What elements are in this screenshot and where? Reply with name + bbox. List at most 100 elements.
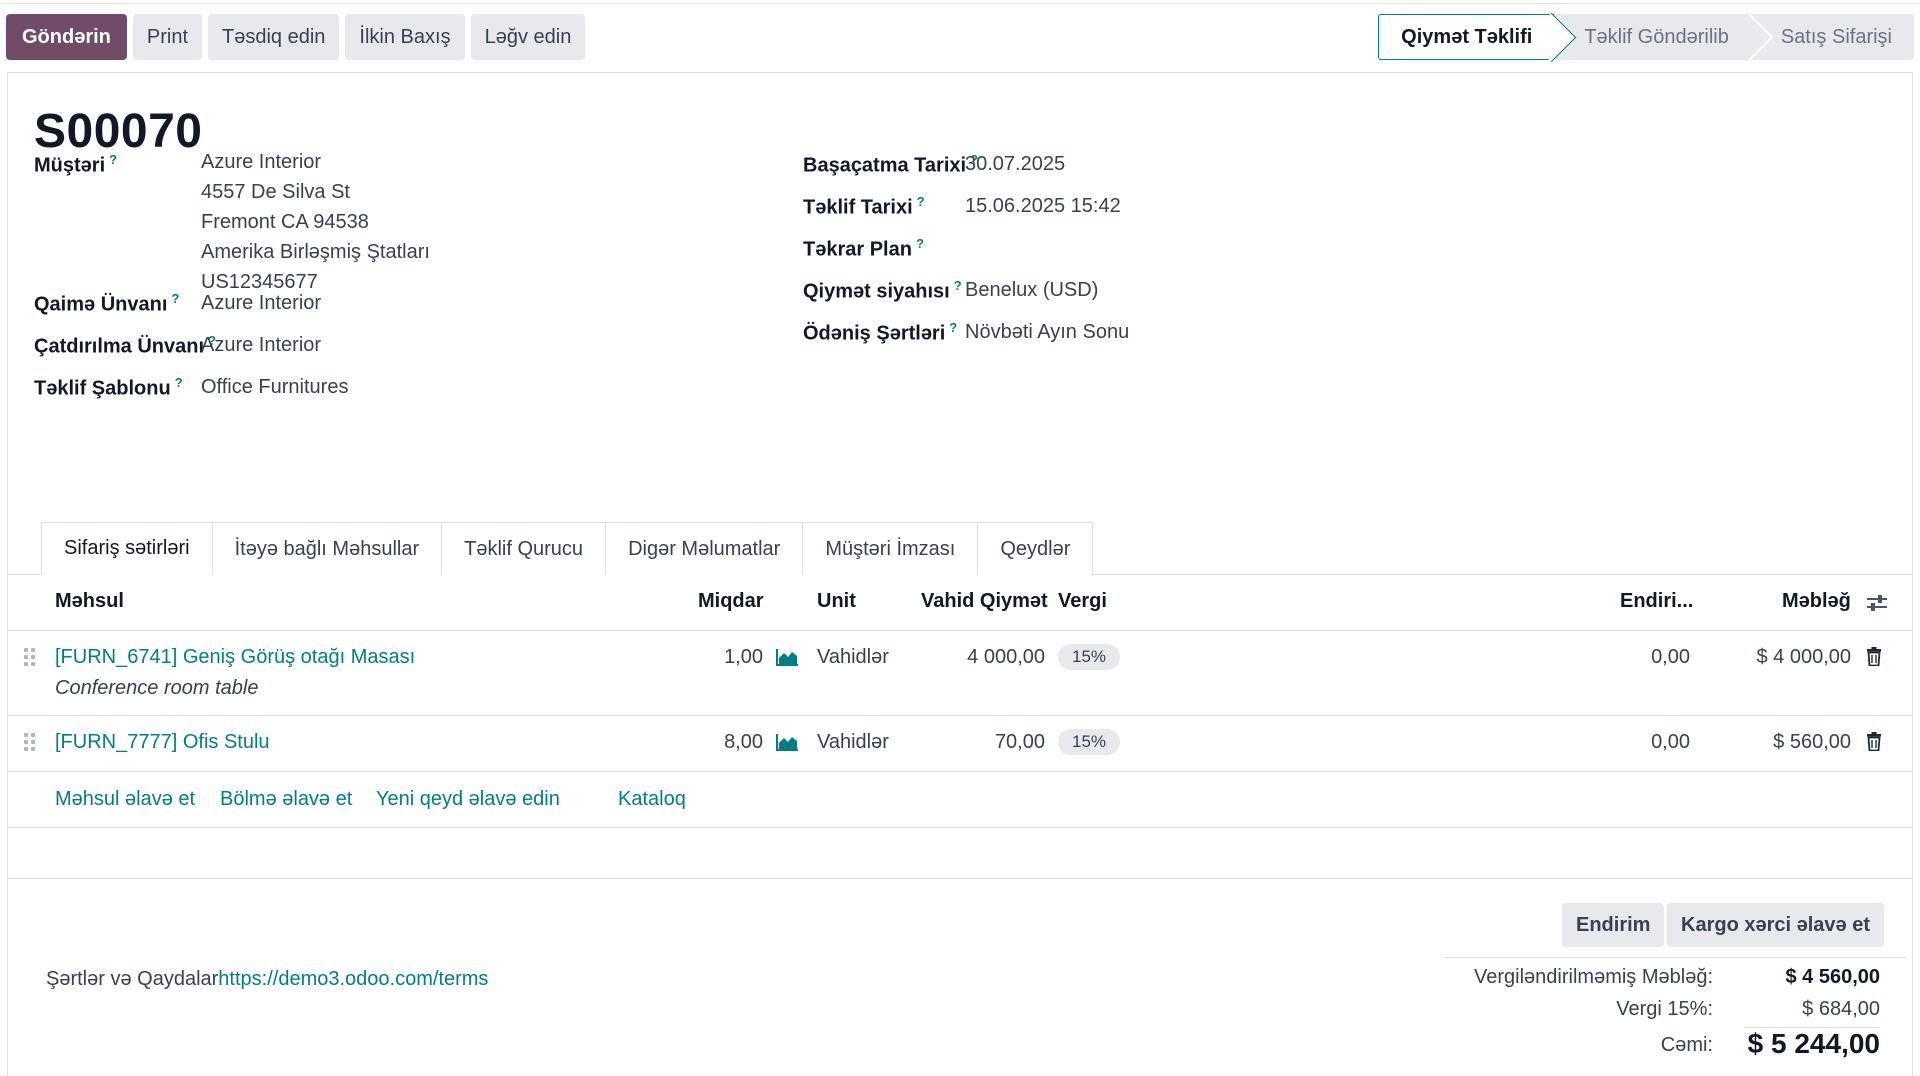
customer-name: Azure Interior	[201, 151, 322, 173]
stage-label: Satış Sifarişi	[1780, 25, 1892, 48]
quote-date-label-text: Təklif Tarixi	[803, 196, 913, 219]
discount-button[interactable]: Endirim	[1562, 903, 1665, 947]
help-icon[interactable]: ?	[917, 194, 925, 209]
stage-sales-order[interactable]: Satış Sifarişi	[1750, 14, 1914, 60]
help-icon[interactable]: ?	[954, 278, 962, 293]
column-header-amount[interactable]: Məbləğ	[1782, 590, 1851, 613]
status-bar: Qiymət Təklifi Təklif Göndərilib Satış S…	[1378, 14, 1914, 60]
row-discount[interactable]: 0,00	[1600, 731, 1690, 754]
customer-field[interactable]: Azure Interior 4557 De Silva St Fremont …	[201, 147, 430, 297]
tax-value: $ 684,00	[1802, 998, 1880, 1020]
tax-badge[interactable]: 15%	[1058, 644, 1121, 670]
tab-quote-builder[interactable]: Təklif Qurucu	[441, 522, 607, 575]
tax-label: Vergi 15%:	[1616, 998, 1713, 1020]
header-divider	[7, 630, 1913, 631]
drag-handle-icon[interactable]	[24, 733, 36, 753]
quote-date-field[interactable]: 15.06.2025 15:42	[965, 195, 1121, 218]
tab-order-lines[interactable]: Sifariş sətirləri	[41, 522, 213, 575]
recurrence-label: Təkrar Plan?	[803, 236, 924, 262]
row-price[interactable]: 70,00	[940, 731, 1045, 754]
terms-link[interactable]: https://demo3.odoo.com/terms	[218, 968, 488, 990]
add-note-link[interactable]: Yeni qeyd əlavə edin	[376, 788, 560, 811]
delivery-address-label-text: Çatdırılma Ünvanı	[34, 335, 205, 358]
column-header-discount[interactable]: Endiri...	[1620, 590, 1693, 613]
tab-customer-signature[interactable]: Müştəri İmzası	[802, 522, 979, 575]
column-header-qty[interactable]: Miqdar	[698, 590, 764, 613]
row-qty[interactable]: 1,00	[720, 646, 763, 669]
recurrence-label-text: Təkrar Plan	[803, 238, 912, 261]
expiration-field[interactable]: 30.07.2025	[965, 153, 1065, 176]
terms-text: Şərtlər və Qaydalarhttps://demo3.odoo.co…	[46, 968, 488, 991]
customer-label-text: Müştəri	[34, 154, 106, 177]
action-bar: Göndərin Print Təsdiq edin İlkin Baxış L…	[6, 14, 586, 60]
forecast-chart-icon[interactable]	[776, 648, 799, 666]
pricelist-label-text: Qiymət siyahısı	[803, 280, 950, 303]
stage-quotation[interactable]: Qiymət Təklifi	[1378, 14, 1555, 60]
expiration-label: Başaçatma Tarixi?	[803, 152, 978, 178]
row-product-link[interactable]: [FURN_6741] Geniş Görüş otağı Masası	[55, 646, 415, 669]
help-icon[interactable]: ?	[171, 291, 179, 306]
invoice-address-label: Qaimə Ünvanı?	[34, 291, 179, 317]
template-field[interactable]: Office Furnitures	[201, 376, 348, 399]
column-header-product[interactable]: Məhsul	[55, 590, 124, 613]
untaxed-value: $ 4 560,00	[1785, 966, 1880, 988]
column-header-price[interactable]: Vahid Qiymət	[921, 590, 1048, 613]
forecast-chart-icon[interactable]	[776, 733, 799, 751]
stage-label: Qiymət Təklifi	[1401, 25, 1533, 48]
trash-icon[interactable]	[1866, 647, 1882, 666]
stage-quotation-sent[interactable]: Təklif Göndərilib	[1554, 14, 1751, 60]
row-divider	[7, 771, 1913, 772]
row-discount[interactable]: 0,00	[1600, 646, 1690, 669]
help-icon[interactable]: ?	[949, 320, 957, 335]
pricelist-label: Qiymət siyahısı?	[803, 278, 962, 304]
drag-handle-icon[interactable]	[24, 648, 36, 668]
pricelist-field[interactable]: Benelux (USD)	[965, 279, 1098, 302]
stage-label: Təklif Göndərilib	[1584, 25, 1729, 48]
optional-columns-icon[interactable]	[1866, 593, 1888, 613]
tax-badge[interactable]: 15%	[1058, 729, 1121, 755]
help-icon[interactable]: ?	[916, 236, 924, 251]
row-amount: $ 560,00	[1773, 731, 1851, 753]
quote-date-label: Təklif Tarixi?	[803, 194, 925, 220]
confirm-button[interactable]: Təsdiq edin	[208, 14, 340, 60]
invoice-address-field[interactable]: Azure Interior	[201, 292, 321, 315]
tab-notes[interactable]: Qeydlər	[977, 522, 1094, 575]
tab-other-info[interactable]: Digər Məlumatlar	[605, 522, 804, 575]
expiration-label-text: Başaçatma Tarixi	[803, 154, 967, 177]
customer-street: 4557 De Silva St	[201, 181, 350, 203]
recurrence-field[interactable]	[965, 237, 1365, 263]
add-shipping-button[interactable]: Kargo xərci əlavə et	[1667, 903, 1884, 947]
help-icon[interactable]: ?	[109, 152, 117, 167]
help-icon[interactable]: ?	[175, 375, 183, 390]
row-divider	[7, 827, 1913, 828]
row-unit[interactable]: Vahidlər	[817, 731, 889, 754]
column-header-unit[interactable]: Unit	[817, 590, 856, 613]
notebook-tabs: Sifariş sətirləri İtəyə bağlı Məhsullar …	[41, 522, 1094, 575]
add-section-link[interactable]: Bölmə əlavə et	[220, 788, 352, 811]
delivery-address-label: Çatdırılma Ünvanı?	[34, 333, 216, 359]
customer-label: Müştəri?	[34, 152, 117, 178]
cancel-button[interactable]: Ləğv edin	[470, 14, 586, 60]
row-price[interactable]: 4 000,00	[940, 646, 1045, 669]
delivery-address-field[interactable]: Azure Interior	[201, 334, 321, 357]
grand-total-value: $ 5 244,00	[1747, 1028, 1880, 1059]
payment-terms-label: Ödəniş Şərtləri?	[803, 320, 957, 346]
trash-icon[interactable]	[1866, 732, 1882, 751]
column-header-taxes[interactable]: Vergi	[1058, 590, 1107, 613]
tab-optional-products[interactable]: İtəyə bağlı Məhsullar	[211, 522, 443, 575]
print-button[interactable]: Print	[132, 14, 203, 60]
row-divider	[7, 715, 1913, 716]
row-amount: $ 4 000,00	[1756, 646, 1851, 668]
payment-terms-field[interactable]: Növbəti Ayın Sonu	[965, 321, 1129, 344]
row-product-link[interactable]: [FURN_7777] Ofis Stulu	[55, 731, 270, 754]
add-product-link[interactable]: Məhsul əlavə et	[55, 788, 195, 811]
row-unit[interactable]: Vahidlər	[817, 646, 889, 669]
invoice-address-label-text: Qaimə Ünvanı	[34, 293, 168, 316]
row-qty[interactable]: 8,00	[720, 731, 763, 754]
send-button[interactable]: Göndərin	[6, 14, 127, 60]
top-border	[0, 0, 1920, 4]
template-label: Təklif Şablonu?	[34, 375, 183, 401]
totals-divider	[1444, 957, 1906, 958]
preview-button[interactable]: İlkin Baxış	[345, 14, 465, 60]
catalog-link[interactable]: Kataloq	[618, 788, 686, 811]
